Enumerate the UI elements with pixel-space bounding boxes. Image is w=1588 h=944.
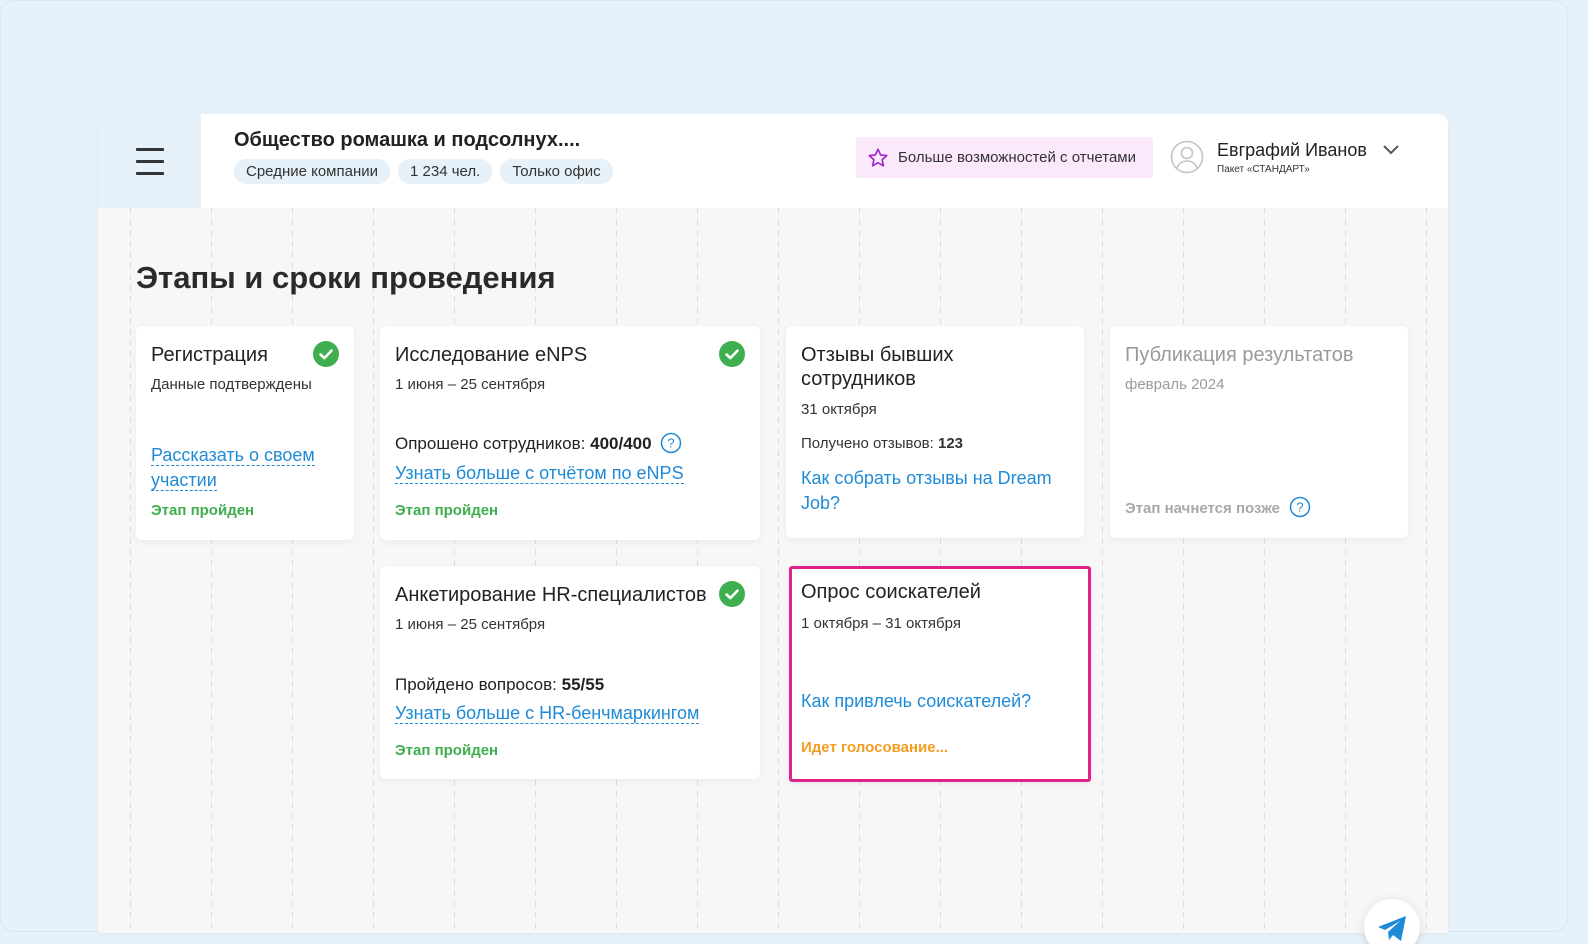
stage-status: Идет голосование...: [801, 739, 949, 756]
stage-card-registration: Регистрация Данные подтверждены Рассказа…: [136, 326, 354, 540]
title-line-1: Отзывы бывших: [801, 344, 954, 366]
stage-title: Регистрация: [151, 344, 268, 366]
link-text: Узнать больше с HR-бенчмаркингом: [395, 703, 700, 724]
stage-status: Этап пройден: [395, 502, 499, 519]
link-line-2: участии: [151, 470, 217, 491]
app-window: Общество ромашка и подсолнух.... Средние…: [98, 114, 1448, 933]
link-text: Узнать больше с отчётом по eNPS: [395, 463, 684, 484]
top-header: Общество ромашка и подсолнух.... Средние…: [98, 114, 1448, 208]
chip-employee-count: 1 234 чел.: [398, 159, 493, 184]
stage-dates: 1 июня – 25 сентября: [395, 616, 546, 633]
user-plan: Пакет «СТАНДАРТ»: [1217, 164, 1310, 175]
stage-title: Публикация результатов: [1125, 344, 1354, 366]
svg-text:?: ?: [1297, 500, 1304, 515]
telegram-chat-button[interactable]: [1364, 899, 1420, 944]
help-icon[interactable]: ?: [660, 432, 682, 454]
tell-about-participation-link[interactable]: Рассказать о своем участии: [151, 443, 315, 493]
check-circle-icon: [719, 581, 745, 607]
stat-label: Получено отзывов:: [801, 435, 934, 452]
user-name: Евграфий Иванов: [1217, 140, 1367, 160]
promo-reports-button[interactable]: Больше возможностей с отчетами: [856, 137, 1153, 178]
stat-label: Опрошено сотрудников:: [395, 434, 586, 453]
stage-status: Этап начнется позже ?: [1125, 496, 1311, 518]
link-line-1: Рассказать о своем: [151, 445, 315, 466]
link-line-1: Как собрать отзывы на Dream: [801, 468, 1052, 488]
svg-text:?: ?: [668, 435, 675, 450]
stage-card-hr-survey: Анкетирование HR-специалистов 1 июня – 2…: [380, 566, 760, 779]
enps-report-link[interactable]: Узнать больше с отчётом по eNPS: [395, 461, 684, 486]
stage-card-publication: Публикация результатов февраль 2024 Этап…: [1110, 326, 1408, 538]
hr-benchmarking-link[interactable]: Узнать больше с HR-бенчмаркингом: [395, 701, 700, 726]
stat-value: 400/400: [590, 434, 652, 453]
status-text: Этап начнется позже: [1125, 500, 1281, 517]
star-icon: [868, 147, 888, 167]
check-circle-icon: [719, 341, 745, 367]
hamburger-menu-button[interactable]: [98, 114, 201, 208]
user-avatar-icon[interactable]: [1170, 140, 1204, 174]
check-circle-icon: [313, 341, 339, 367]
stage-title: Исследование eNPS: [395, 344, 588, 366]
background-gridlines: [98, 208, 1448, 933]
stat-value: 55/55: [561, 675, 605, 694]
hamburger-icon: [135, 148, 164, 175]
company-chips: Средние компании 1 234 чел. Только офис: [234, 159, 613, 184]
app-frame: Общество ромашка и подсолнух.... Средние…: [0, 0, 1568, 933]
stage-dates: 1 июня – 25 сентября: [395, 376, 546, 393]
stage-title: Анкетирование HR-специалистов: [395, 584, 707, 606]
help-icon[interactable]: ?: [1289, 496, 1311, 518]
page-title: Этапы и сроки проведения: [136, 260, 556, 295]
stage-subtitle: Данные подтверждены: [151, 376, 312, 393]
stage-stat: Получено отзывов: 123: [801, 435, 963, 452]
stage-date: 31 октября: [801, 401, 877, 418]
stat-value: 123: [938, 435, 964, 452]
title-line-2: сотрудников: [801, 368, 916, 390]
collect-reviews-link[interactable]: Как собрать отзывы на Dream Job?: [801, 466, 1052, 516]
stage-card-candidates: Опрос соискателей 1 октября – 31 октября…: [789, 566, 1091, 782]
stage-title: Опрос соискателей: [801, 581, 981, 603]
chevron-down-icon[interactable]: [1382, 144, 1400, 156]
stat-label: Пройдено вопросов:: [395, 675, 557, 694]
stage-dates: 1 октября – 31 октября: [801, 615, 961, 632]
telegram-icon: [1378, 916, 1406, 941]
stage-title: Отзывы бывших сотрудников: [801, 343, 954, 391]
promo-label: Больше возможностей с отчетами: [898, 149, 1137, 166]
stage-status: Этап пройден: [395, 742, 499, 759]
link-line-2: Job?: [801, 493, 841, 513]
stage-stat: Опрошено сотрудников: 400/400 ?: [395, 432, 682, 454]
chip-work-format: Только офис: [500, 159, 613, 184]
stage-date: февраль 2024: [1125, 376, 1225, 393]
stage-card-enps: Исследование eNPS 1 июня – 25 сентября О…: [380, 326, 760, 540]
stage-status: Этап пройден: [151, 502, 255, 519]
link-text: Как привлечь соискателей?: [801, 691, 1032, 711]
stage-card-reviews: Отзывы бывших сотрудников 31 октября Пол…: [786, 326, 1084, 538]
company-title: Общество ромашка и подсолнух....: [234, 129, 581, 151]
chip-company-size: Средние компании: [234, 159, 391, 184]
attract-candidates-link[interactable]: Как привлечь соискателей?: [801, 689, 1031, 714]
stage-stat: Пройдено вопросов: 55/55: [395, 675, 604, 695]
